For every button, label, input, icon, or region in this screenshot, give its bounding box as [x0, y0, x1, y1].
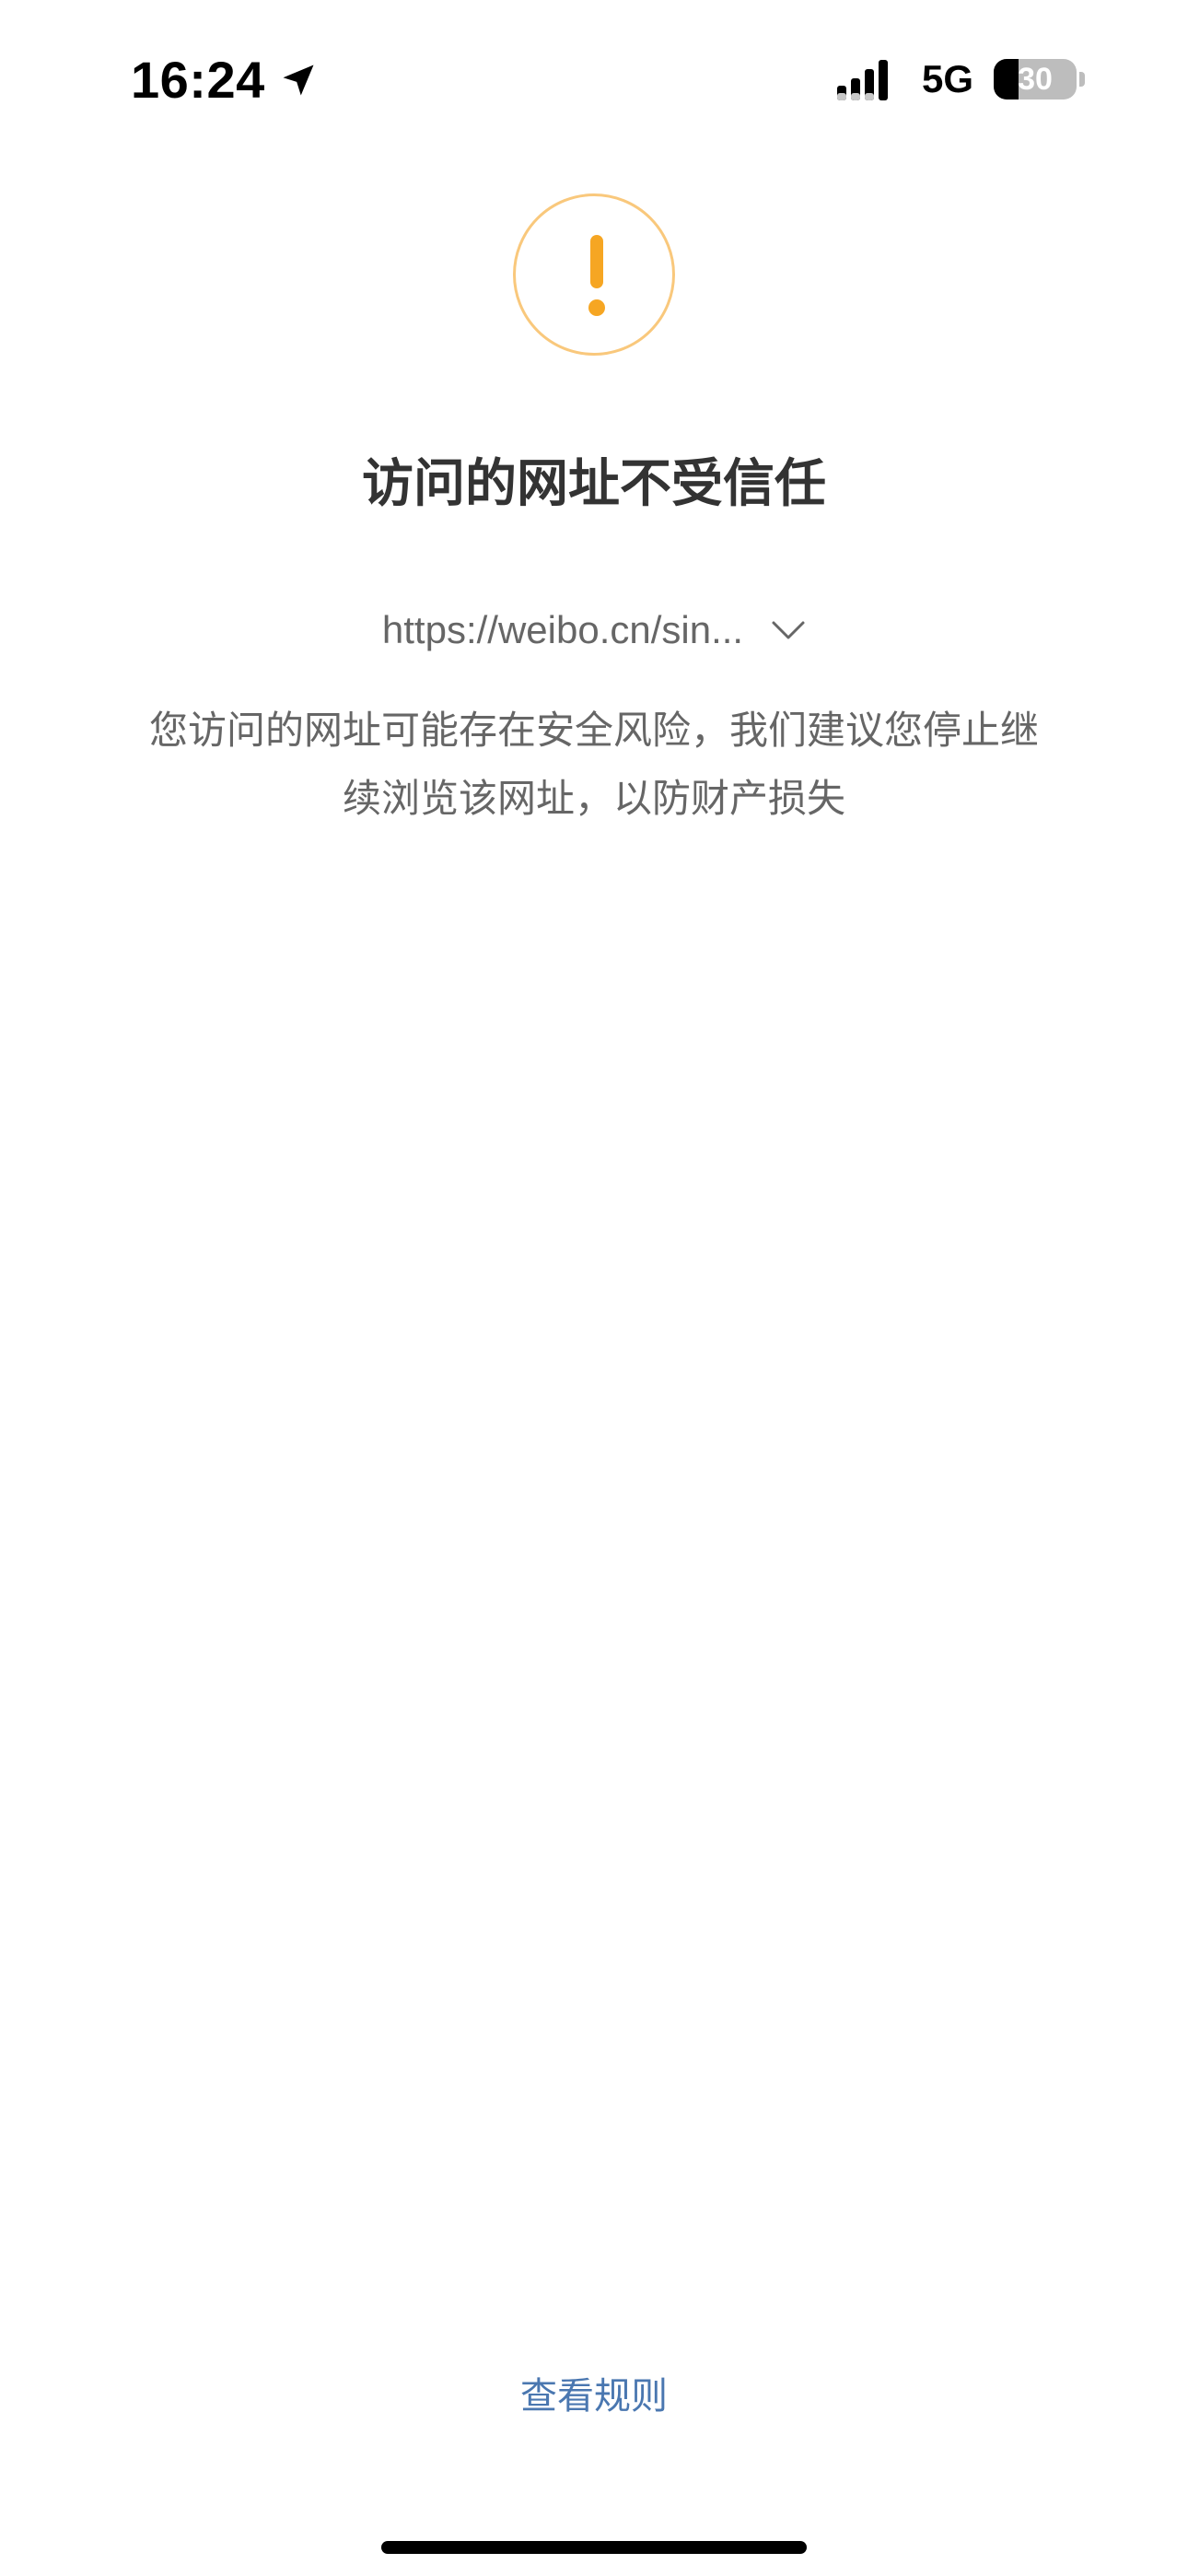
battery-level: 30 — [1018, 62, 1053, 97]
warning-icon — [513, 193, 675, 356]
blocked-url: https://weibo.cn/sin... — [381, 608, 744, 651]
view-rules-link[interactable]: 查看规则 — [0, 2366, 1188, 2419]
warning-description: 您访问的网址可能存在安全风险，我们建议您停止继续浏览该网址，以防财产损失 — [148, 708, 1039, 821]
status-bar: 16:24 5G 30 — [0, 0, 1188, 157]
page-title: 访问的网址不受信任 — [362, 454, 826, 514]
status-indicators: 5G 30 — [836, 57, 1085, 101]
battery-cap — [1079, 72, 1085, 87]
home-indicator[interactable] — [381, 2541, 807, 2554]
status-time: 16:24 — [131, 51, 265, 109]
battery-icon: 30 — [994, 59, 1077, 100]
exclamation-dot — [588, 299, 605, 316]
url-toggle[interactable]: https://weibo.cn/sin... — [0, 608, 1188, 652]
network-type: 5G — [921, 57, 973, 100]
chevron-down-icon[interactable] — [771, 619, 806, 641]
location-arrow-icon — [283, 64, 314, 95]
exclamation-bar — [590, 235, 603, 288]
status-time-group: 16:24 — [131, 50, 319, 110]
cellular-signal-icon — [836, 60, 888, 100]
